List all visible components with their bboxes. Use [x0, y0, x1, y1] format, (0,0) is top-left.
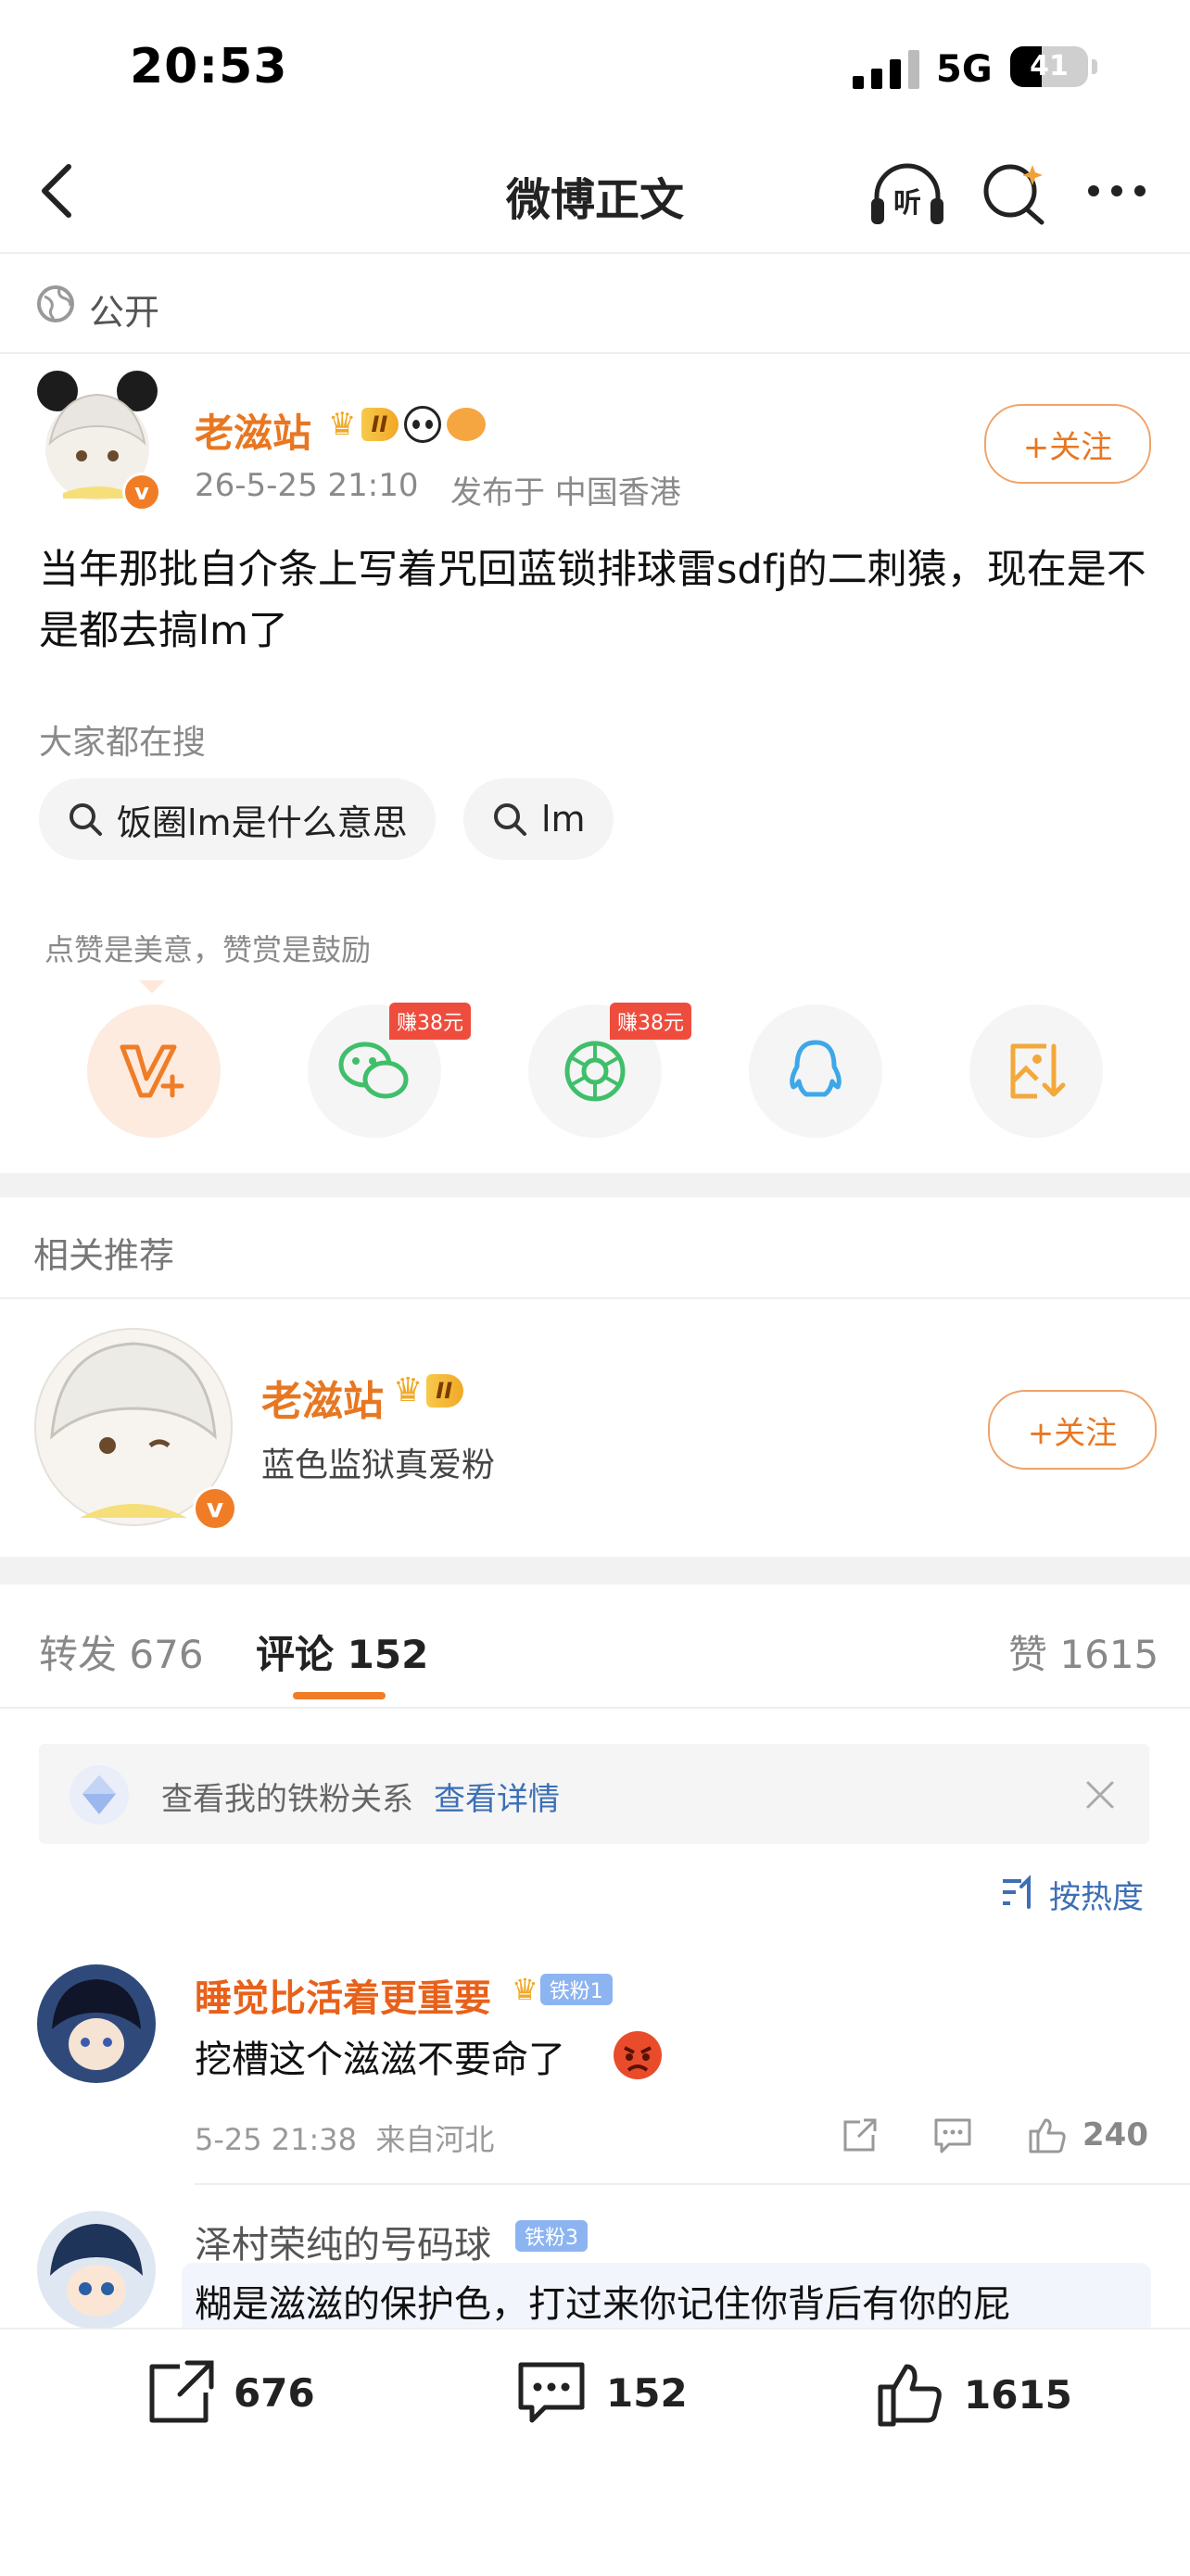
- bottom-like-count: 1615: [964, 2371, 1072, 2418]
- comment-text: 挖槽这个滋滋不要命了: [195, 2039, 565, 2081]
- fan-badge: 铁粉3: [515, 2220, 588, 2252]
- tab-comment-label: 评论: [256, 1632, 335, 1677]
- comment-avatar[interactable]: [37, 1964, 156, 2083]
- level-badge: II: [426, 1373, 464, 1408]
- comment-username[interactable]: 睡觉比活着更重要: [195, 1968, 491, 2022]
- post-author-name[interactable]: 老滋站: [195, 402, 311, 459]
- reward-tip: 点赞是美意，赞赏是鼓励: [44, 932, 372, 967]
- nav-divider: [0, 252, 1190, 254]
- search-chip-label: lm: [541, 799, 586, 840]
- related-divider: [0, 1297, 1190, 1299]
- comment-avatar[interactable]: [37, 2211, 156, 2330]
- listen-button[interactable]: 听: [867, 159, 947, 230]
- sort-label[interactable]: 按热度: [1049, 1872, 1144, 1917]
- bottom-like-button[interactable]: 1615: [875, 2359, 1072, 2430]
- save-image-button[interactable]: [969, 1004, 1103, 1138]
- author-badges: ♛ II: [328, 406, 487, 443]
- comment-like-count: 240: [1082, 2116, 1148, 2153]
- search-chip-label: 饭圈lm是什么意思: [117, 802, 408, 843]
- network-type: 5G: [936, 48, 993, 91]
- status-time: 20:53: [130, 39, 288, 95]
- battery-icon: 41: [1010, 46, 1088, 87]
- fan-banner-text: 查看我的铁粉关系: [161, 1781, 413, 1818]
- v-plus-icon: [120, 1044, 184, 1098]
- wechat-icon: [338, 1042, 409, 1099]
- tab-comments[interactable]: 评论 152: [256, 1623, 428, 1680]
- related-desc: 蓝色监狱真爱粉: [261, 1446, 496, 1484]
- globe-icon: [35, 284, 76, 324]
- crown-icon: ♛: [512, 1972, 538, 2007]
- search-icon: [70, 803, 102, 836]
- post-location: 发布于 中国香港: [450, 474, 681, 511]
- verified-icon: v: [193, 1486, 237, 1531]
- related-follow-button[interactable]: +关注: [988, 1390, 1157, 1470]
- close-icon[interactable]: [1084, 1779, 1116, 1811]
- section-spacer: [0, 1173, 1190, 1197]
- tab-comment-count: 152: [347, 1632, 429, 1677]
- tabs-divider: [0, 1707, 1190, 1709]
- reward-button[interactable]: [87, 1004, 221, 1138]
- comment-reply-icon[interactable]: [932, 2116, 973, 2155]
- search-icon[interactable]: [981, 159, 1047, 226]
- related-name[interactable]: 老滋站: [261, 1368, 384, 1427]
- earn-tag: 赚38元: [389, 1003, 471, 1040]
- visibility-divider: [0, 352, 1190, 354]
- related-title: 相关推荐: [33, 1235, 175, 1276]
- panda-icon: [404, 406, 442, 443]
- fan-badge: 铁粉1: [539, 1974, 613, 2005]
- listen-label: 听: [893, 187, 921, 220]
- comment-divider: [195, 2183, 1190, 2185]
- moments-icon: [564, 1041, 626, 1102]
- comment-username[interactable]: 泽村荣纯的号码球: [195, 2215, 491, 2268]
- post-timestamp: 26-5-25 21:10: [195, 467, 419, 504]
- like-icon: [878, 2364, 942, 2427]
- save-image-icon: [1010, 1043, 1066, 1099]
- comment-badges: 铁粉3: [515, 2220, 588, 2252]
- angry-emoji-icon: [612, 2029, 664, 2081]
- bottom-repost-button[interactable]: 676: [145, 2359, 315, 2426]
- search-chip[interactable]: 饭圈lm是什么意思: [39, 778, 436, 860]
- tab-repost[interactable]: 转发 676: [39, 1623, 204, 1680]
- search-section-title: 大家都在搜: [39, 724, 207, 762]
- fan-banner-link[interactable]: 查看详情: [434, 1774, 560, 1819]
- comment-icon: [518, 2362, 585, 2423]
- bottom-comment-button[interactable]: 152: [515, 2359, 688, 2426]
- comment-repost-icon[interactable]: [840, 2116, 879, 2155]
- tab-repost-label: 转发: [39, 1632, 118, 1677]
- comment-like-icon[interactable]: [1027, 2115, 1068, 2155]
- post-content: 当年那批自介条上写着咒回蓝锁排球雷sdfj的二刺猿，现在是不是都去搞lm了: [39, 547, 1146, 654]
- qq-icon: [790, 1040, 842, 1097]
- verified-icon: v: [122, 473, 161, 511]
- search-icon: [494, 803, 526, 836]
- bottom-comment-count: 152: [606, 2369, 688, 2416]
- tab-repost-count: 676: [129, 1632, 204, 1677]
- repost-icon: [149, 2360, 214, 2423]
- tip-arrow: [139, 980, 165, 993]
- signal-icon: [853, 48, 919, 89]
- pufferfish-icon: [447, 408, 487, 441]
- more-icon[interactable]: [1084, 182, 1149, 200]
- tab-like-count: 1615: [1059, 1632, 1159, 1677]
- tab-likes[interactable]: 赞 1615: [1008, 1623, 1158, 1680]
- diamond-icon: [67, 1762, 132, 1827]
- follow-button[interactable]: +关注: [984, 404, 1151, 484]
- crown-icon: ♛: [393, 1371, 424, 1409]
- earn-tag: 赚38元: [610, 1003, 691, 1040]
- sort-icon[interactable]: [1001, 1874, 1038, 1911]
- share-qq-button[interactable]: [749, 1004, 882, 1138]
- battery-level: 41: [1030, 50, 1069, 82]
- comment-badges: ♛ 铁粉1: [512, 1972, 613, 2007]
- related-badges: ♛ II: [393, 1371, 464, 1409]
- comment-text: 糊是滋滋的保护色，打过来你记住你背后有你的屁: [195, 2283, 1010, 2326]
- tab-like-label: 赞: [1008, 1632, 1048, 1677]
- battery-tip: [1092, 59, 1097, 74]
- crown-icon: ♛: [328, 406, 357, 443]
- visibility-label: 公开: [89, 292, 160, 333]
- section-spacer: [0, 1557, 1190, 1585]
- bottom-repost-count: 676: [234, 2369, 315, 2416]
- active-tab-indicator: [293, 1692, 386, 1699]
- search-chip[interactable]: lm: [463, 778, 614, 860]
- level-badge: II: [361, 408, 399, 441]
- comment-meta: 5-25 21:38 来自河北: [195, 2122, 495, 2157]
